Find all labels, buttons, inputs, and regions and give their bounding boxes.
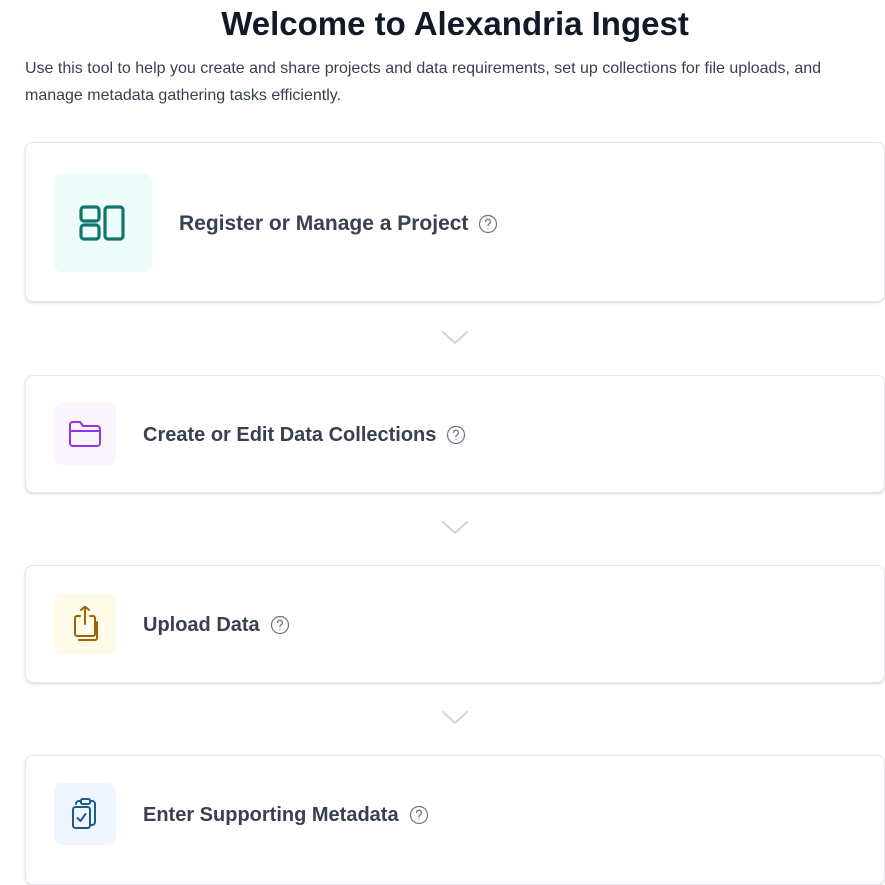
step-icon-box bbox=[54, 174, 152, 272]
step-label-register-project: Register or Manage a Project bbox=[179, 209, 498, 239]
question-circle-icon[interactable] bbox=[478, 214, 498, 234]
question-circle-icon[interactable] bbox=[409, 805, 429, 825]
step-label-data-collections: Create or Edit Data Collections bbox=[143, 420, 466, 450]
chevron-down-icon bbox=[442, 711, 468, 724]
step-title: Enter Supporting Metadata bbox=[143, 803, 399, 826]
step-icon-box bbox=[54, 403, 116, 465]
question-circle-icon[interactable] bbox=[446, 425, 466, 445]
upload-icon bbox=[74, 606, 98, 641]
step-icon-box bbox=[54, 593, 116, 655]
step-label-upload-data: Upload Data bbox=[143, 610, 290, 640]
chevron-down-icon bbox=[442, 521, 468, 534]
step-card-data-collections[interactable]: Create or Edit Data Collections bbox=[25, 375, 885, 493]
chevron-down-icon bbox=[442, 331, 468, 344]
clipboard-check-icon bbox=[72, 798, 96, 829]
step-icon-box bbox=[54, 783, 116, 845]
step-card-register-project[interactable]: Register or Manage a Project bbox=[25, 142, 885, 302]
step-card-upload-data[interactable]: Upload Data bbox=[25, 565, 885, 683]
step-title: Create or Edit Data Collections bbox=[143, 423, 437, 446]
step-card-supporting-metadata[interactable]: Enter Supporting Metadata bbox=[25, 755, 885, 885]
step-title: Upload Data bbox=[143, 613, 260, 636]
step-label-supporting-metadata: Enter Supporting Metadata bbox=[143, 800, 429, 830]
question-circle-icon[interactable] bbox=[270, 615, 290, 635]
project-layout-icon bbox=[79, 205, 125, 241]
page-title: Welcome to Alexandria Ingest bbox=[221, 5, 689, 42]
intro-text: Use this tool to help you create and sha… bbox=[25, 60, 822, 104]
folder-icon bbox=[69, 421, 101, 447]
step-title: Register or Manage a Project bbox=[179, 212, 469, 235]
